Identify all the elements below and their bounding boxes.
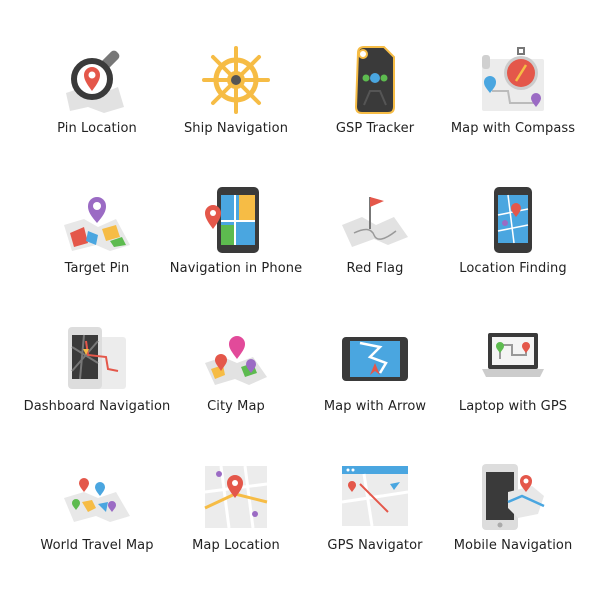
icon-tile-map-location: Map Location	[161, 452, 311, 582]
city-map-pins-icon	[205, 336, 267, 385]
icon-tile-location-finding: Location Finding	[438, 175, 588, 305]
icon-tile-pin-location: Pin Location	[22, 35, 172, 165]
map-flag-icon	[342, 197, 408, 247]
icon-tile-mobile-navigation: Mobile Navigation	[438, 452, 588, 582]
icon-tile-map-with-compass: Map with Compass	[438, 35, 588, 165]
tracker-device-icon	[354, 46, 395, 114]
icon-tile-map-with-arrow: Map with Arrow	[300, 313, 450, 443]
icon-tile-ship-navigation: Ship Navigation	[161, 35, 311, 165]
icon-tile-navigation-in-phone: Navigation in Phone	[161, 175, 311, 305]
icon-tile-gps-navigator: GPS Navigator	[300, 452, 450, 582]
icon-tile-dashboard-navigation: Dashboard Navigation	[22, 313, 172, 443]
browser-map-icon	[341, 466, 409, 527]
icon-tile-laptop-with-gps: Laptop with GPS	[438, 313, 588, 443]
phone-navigation-icon	[205, 187, 259, 253]
map-compass-icon	[482, 47, 544, 111]
icon-label: Mobile Navigation	[453, 538, 573, 553]
tablet-route-icon	[68, 327, 126, 389]
phone-map-icon	[494, 187, 532, 253]
icon-label: Laptop with GPS	[458, 399, 568, 414]
icon-tile-red-flag: Red Flag	[300, 175, 450, 305]
laptop-gps-icon	[482, 333, 544, 377]
world-map-pins-icon	[64, 478, 130, 522]
mobile-map-icon	[482, 464, 545, 530]
tablet-arrow-icon	[342, 337, 408, 381]
magnifier-pin-icon	[66, 50, 124, 113]
ship-wheel-icon	[202, 46, 270, 114]
icon-tile-target-pin: Target Pin	[22, 175, 172, 305]
map-pin-icon	[64, 197, 130, 251]
icon-label: Map with Compass	[450, 121, 576, 136]
map-location-icon	[204, 465, 268, 529]
icon-tile-world-travel-map: World Travel Map	[22, 452, 172, 582]
icon-tile-city-map: City Map	[161, 313, 311, 443]
icon-label: Location Finding	[459, 261, 567, 276]
icon-tile-gsp-tracker: GSP Tracker	[300, 35, 450, 165]
